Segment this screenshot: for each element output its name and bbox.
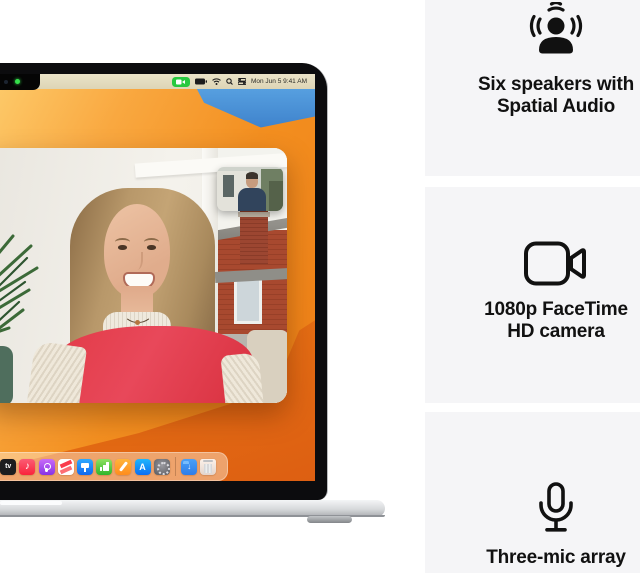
white-sleeve-right (220, 352, 263, 403)
dock-icon-music[interactable]: ♪ (19, 459, 35, 475)
dock-icon-trash[interactable] (200, 459, 216, 475)
dock-icon-pages[interactable] (115, 459, 131, 475)
dock-icon-keynote[interactable] (77, 459, 93, 475)
necklace-pendant (135, 320, 140, 325)
pip-foliage-dark (269, 181, 283, 211)
spatial-audio-icon (525, 2, 587, 66)
display-notch (0, 74, 40, 90)
feature-title-mics: Three-mic array (425, 547, 640, 569)
title-line: Three-mic array (425, 547, 640, 569)
microphone-icon (537, 482, 575, 535)
facetime-camera-icon (524, 241, 588, 286)
dock-icon-podcasts[interactable] (39, 459, 55, 475)
dock-icon-system-settings[interactable] (154, 459, 170, 475)
pip-man-hair (246, 172, 258, 179)
dock: tv ♪ A (0, 452, 228, 481)
spotlight-icon[interactable] (226, 78, 233, 85)
dock-icon-news[interactable] (58, 459, 74, 475)
camera-led-indicator (15, 79, 20, 84)
feature-title-speakers: Six speakers with Spatial Audio (425, 74, 640, 118)
dock-separator (175, 457, 176, 476)
dock-icon-app-store[interactable]: A (135, 459, 151, 475)
house-plant (0, 228, 57, 348)
green-cushion (0, 346, 13, 403)
title-line: HD camera (425, 321, 640, 343)
macbook-foot (307, 516, 352, 523)
pip-building-window (223, 175, 234, 197)
feature-card-speakers: Six speakers with Spatial Audio (425, 0, 640, 176)
macbook-hinge-gap (0, 501, 62, 505)
facetime-camera-lens (4, 80, 8, 84)
woman-eye (118, 245, 127, 250)
woman-eye (147, 245, 156, 250)
house-window (234, 276, 262, 324)
white-sleeve-left (27, 341, 87, 403)
facetime-window[interactable] (0, 148, 287, 403)
woman-nose (133, 252, 143, 270)
battery-icon[interactable] (195, 78, 207, 85)
menu-bar: Mon Jun 5 9:41 AM (0, 74, 315, 89)
brick-chimney (240, 204, 268, 264)
title-line: Spatial Audio (425, 96, 640, 118)
dock-icon-apple-tv[interactable]: tv (0, 459, 16, 475)
title-line: 1080p FaceTime (425, 299, 640, 321)
camera-active-indicator[interactable] (172, 77, 190, 87)
feature-title-camera: 1080p FaceTime HD camera (425, 299, 640, 343)
woman-face (104, 204, 170, 298)
title-line: Six speakers with (425, 74, 640, 96)
wifi-icon[interactable] (212, 78, 221, 85)
control-center-icon[interactable] (238, 78, 246, 85)
pip-self-view[interactable] (217, 167, 283, 211)
wallpaper-blue-wedge (186, 88, 315, 134)
dock-icon-downloads[interactable] (181, 459, 197, 475)
menu-bar-clock[interactable]: Mon Jun 5 9:41 AM (251, 78, 307, 85)
pip-man-body (238, 188, 266, 211)
macos-display: Mon Jun 5 9:41 AM (0, 74, 315, 481)
video-camera-icon (176, 79, 185, 85)
feature-card-mics: Three-mic array (425, 412, 640, 573)
dock-icon-numbers[interactable] (96, 459, 112, 475)
feature-card-camera: 1080p FaceTime HD camera (425, 187, 640, 403)
